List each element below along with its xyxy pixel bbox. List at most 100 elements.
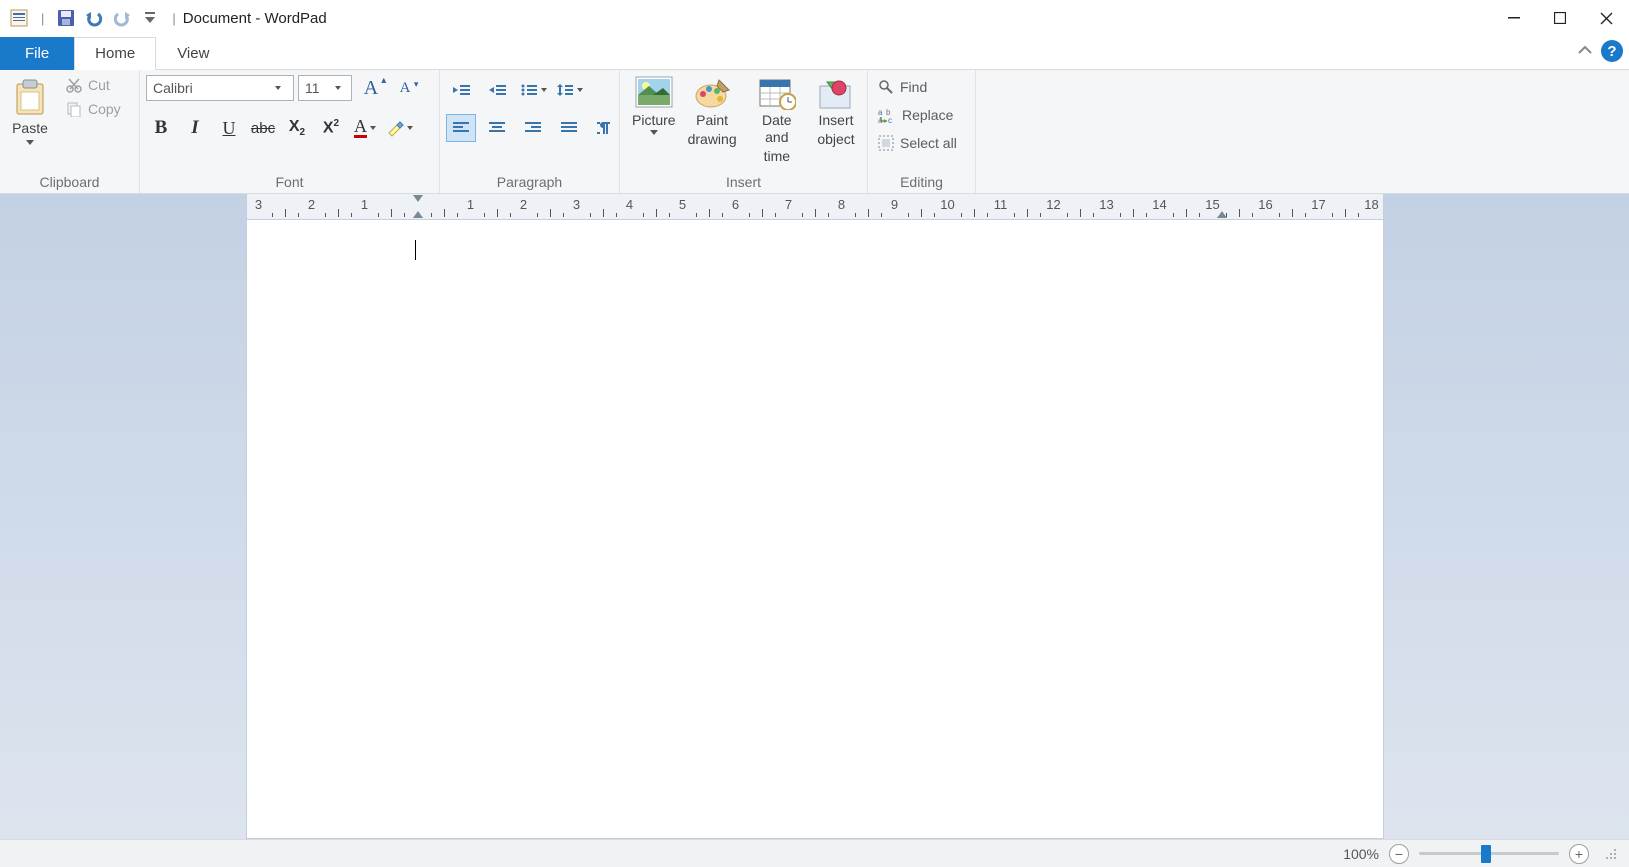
paint-drawing-button[interactable]: Paint drawing bbox=[682, 74, 743, 150]
ruler-tick bbox=[338, 209, 339, 217]
align-left-button[interactable] bbox=[446, 114, 476, 142]
ruler-tick bbox=[762, 209, 763, 217]
ruler-tick bbox=[1358, 213, 1359, 217]
ruler-number: 1 bbox=[361, 197, 368, 212]
subscript-button[interactable]: X2 bbox=[282, 114, 312, 142]
app-icon[interactable] bbox=[6, 5, 32, 31]
ruler-tick bbox=[484, 213, 485, 217]
close-button[interactable] bbox=[1583, 0, 1629, 36]
font-color-button[interactable]: A bbox=[350, 114, 380, 142]
ruler-tick bbox=[815, 209, 816, 217]
ruler-number: 11 bbox=[994, 197, 1008, 212]
zoom-slider[interactable] bbox=[1419, 845, 1559, 863]
horizontal-ruler[interactable]: 321123456789101112131415161718 bbox=[246, 194, 1384, 220]
paste-button[interactable]: Paste bbox=[6, 74, 54, 151]
ruler-tick bbox=[921, 209, 922, 217]
zoom-level-label: 100% bbox=[1343, 846, 1379, 862]
ruler-number: 9 bbox=[891, 197, 898, 212]
justify-button[interactable] bbox=[554, 114, 584, 142]
redo-icon[interactable] bbox=[109, 5, 135, 31]
list-button[interactable] bbox=[518, 76, 548, 104]
ruler-number: 2 bbox=[520, 197, 527, 212]
ruler-tick bbox=[1067, 213, 1068, 217]
italic-button[interactable]: I bbox=[180, 114, 210, 142]
resize-grip-icon[interactable] bbox=[1605, 848, 1617, 860]
ruler-tick bbox=[325, 213, 326, 217]
insert-picture-button[interactable]: Picture bbox=[626, 74, 682, 141]
ruler-tick bbox=[1239, 209, 1240, 217]
shrink-font-button[interactable]: A▾ bbox=[390, 74, 420, 102]
increase-indent-button[interactable] bbox=[482, 76, 512, 104]
copy-label: Copy bbox=[88, 101, 121, 117]
qat-customize-icon[interactable] bbox=[137, 5, 163, 31]
ruler-number: 13 bbox=[1099, 197, 1113, 212]
zoom-out-button[interactable]: − bbox=[1389, 844, 1409, 864]
font-family-combo[interactable] bbox=[146, 75, 294, 101]
font-size-input[interactable] bbox=[299, 78, 327, 98]
ruler-tick bbox=[974, 209, 975, 217]
maximize-button[interactable] bbox=[1537, 0, 1583, 36]
replace-button[interactable]: abac Replace bbox=[874, 104, 961, 126]
minimize-button[interactable] bbox=[1491, 0, 1537, 36]
undo-icon[interactable] bbox=[81, 5, 107, 31]
ruler-tick bbox=[603, 209, 604, 217]
status-bar: 100% − + bbox=[0, 839, 1629, 867]
font-size-combo[interactable] bbox=[298, 75, 352, 101]
strikethrough-button[interactable]: abc bbox=[248, 114, 278, 142]
find-button[interactable]: Find bbox=[874, 76, 961, 98]
group-label-clipboard: Clipboard bbox=[6, 172, 133, 191]
left-indent-marker[interactable] bbox=[413, 206, 423, 218]
group-font: A▴ A▾ B I U abc X2 X2 A Font bbox=[140, 70, 440, 193]
align-right-button[interactable] bbox=[518, 114, 548, 142]
ruler-tick bbox=[1120, 213, 1121, 217]
object-icon bbox=[817, 76, 855, 110]
ruler-tick bbox=[987, 213, 988, 217]
ruler-number: 8 bbox=[838, 197, 845, 212]
ruler-tick bbox=[868, 209, 869, 217]
select-all-button[interactable]: Select all bbox=[874, 132, 961, 154]
copy-button[interactable]: Copy bbox=[62, 98, 125, 120]
paragraph-dialog-button[interactable] bbox=[590, 114, 620, 142]
tab-home[interactable]: Home bbox=[74, 37, 156, 70]
highlight-button[interactable] bbox=[384, 114, 414, 142]
document-page[interactable] bbox=[246, 220, 1384, 839]
decrease-indent-button[interactable] bbox=[446, 76, 476, 104]
zoom-in-button[interactable]: + bbox=[1569, 844, 1589, 864]
ruler-number: 3 bbox=[255, 197, 262, 212]
tab-file[interactable]: File bbox=[0, 37, 74, 70]
underline-button[interactable]: U bbox=[214, 114, 244, 142]
chevron-down-icon[interactable] bbox=[267, 76, 285, 100]
ruler-number: 12 bbox=[1046, 197, 1060, 212]
save-icon[interactable] bbox=[53, 5, 79, 31]
search-icon bbox=[878, 79, 894, 95]
ruler-tick bbox=[1080, 209, 1081, 217]
bold-button[interactable]: B bbox=[146, 114, 176, 142]
paste-label: Paste bbox=[12, 120, 48, 137]
ruler-tick bbox=[1332, 213, 1333, 217]
help-icon[interactable]: ? bbox=[1601, 40, 1623, 62]
superscript-button[interactable]: X2 bbox=[316, 114, 346, 142]
slider-thumb[interactable] bbox=[1481, 845, 1491, 863]
date-time-button[interactable]: Date and time bbox=[743, 74, 811, 166]
align-center-button[interactable] bbox=[482, 114, 512, 142]
ruler-tick bbox=[669, 213, 670, 217]
insert-object-button[interactable]: Insert object bbox=[811, 74, 861, 150]
text-cursor bbox=[415, 240, 416, 260]
ruler-tick bbox=[1093, 213, 1094, 217]
grow-font-button[interactable]: A▴ bbox=[356, 74, 386, 102]
tab-view[interactable]: View bbox=[156, 37, 230, 70]
title-bar: | | Document - WordPad bbox=[0, 0, 1629, 36]
group-label-paragraph: Paragraph bbox=[446, 172, 613, 191]
calendar-clock-icon bbox=[758, 76, 796, 110]
collapse-ribbon-icon[interactable] bbox=[1577, 44, 1593, 59]
line-spacing-button[interactable] bbox=[554, 76, 584, 104]
group-paragraph: Paragraph bbox=[440, 70, 620, 193]
ruler-number: 5 bbox=[679, 197, 686, 212]
cut-button[interactable]: Cut bbox=[62, 74, 125, 96]
ruler-tick bbox=[934, 213, 935, 217]
font-family-input[interactable] bbox=[147, 78, 267, 98]
ruler-tick bbox=[908, 213, 909, 217]
date-label-1: Date and bbox=[749, 112, 805, 146]
ruler-number: 6 bbox=[732, 197, 739, 212]
chevron-down-icon[interactable] bbox=[327, 76, 345, 100]
